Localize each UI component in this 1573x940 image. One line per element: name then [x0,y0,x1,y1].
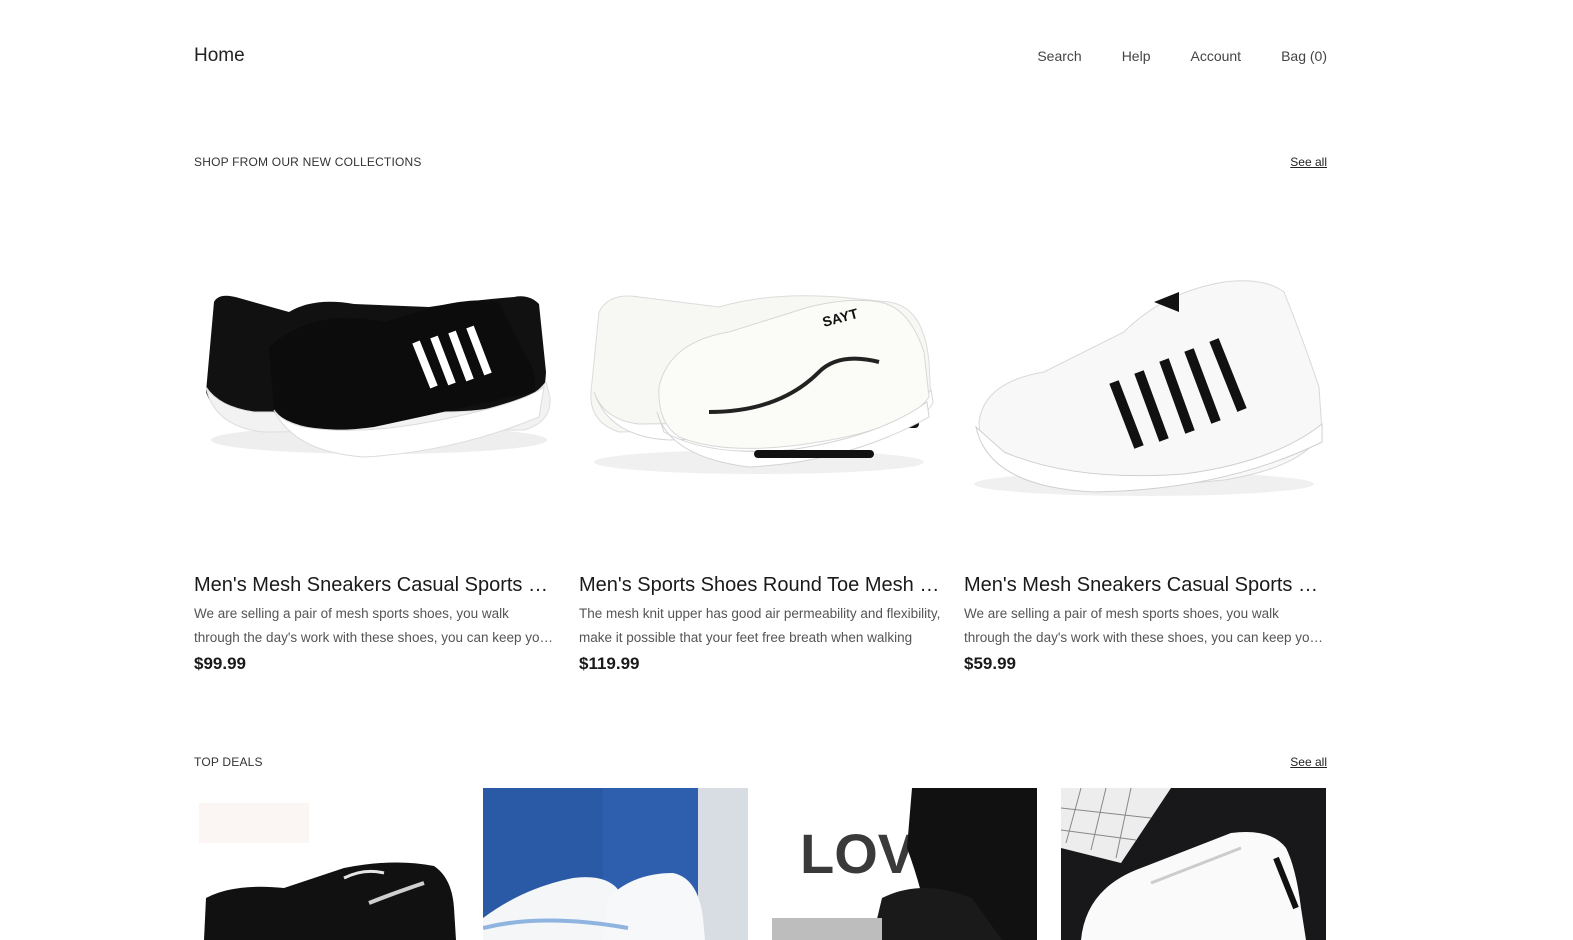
black-sneaker-deal-image[interactable] [194,788,459,940]
collections-see-all-link[interactable]: See all [1290,155,1327,169]
collections-header: SHOP FROM OUR NEW COLLECTIONS See all [194,155,1327,171]
store-page: Home Search Help Account Bag (0) SHOP FR… [0,0,1573,940]
product-card[interactable]: SAYT Men's Sports Shoes Round Toe Mesh S… [579,212,942,674]
black-sneaker-love-poster-image[interactable]: LOVE [772,788,1037,940]
nav-account[interactable]: Account [1190,46,1241,66]
top-deals-header: TOP DEALS See all [194,755,1327,771]
product-title[interactable]: Men's Sports Shoes Round Toe Mesh Sneake… [579,572,942,598]
nav-help[interactable]: Help [1122,46,1151,66]
collections-grid: Men's Mesh Sneakers Casual Sports Shoes … [194,212,1344,674]
product-description: We are selling a pair of mesh sports sho… [194,606,552,645]
product-description: The mesh knit upper has good air permeab… [579,606,941,645]
product-price: $99.99 [194,654,246,673]
nav-bag[interactable]: Bag (0) [1281,46,1327,66]
product-title[interactable]: Men's Mesh Sneakers Casual Sports Shoes [964,572,1327,598]
white-leather-sneaker-image[interactable] [1061,788,1326,940]
product-price: $59.99 [964,654,1016,673]
home-link[interactable]: Home [194,44,245,68]
white-sneaker-image[interactable]: SAYT [579,212,942,552]
top-deals-see-all-link[interactable]: See all [1290,755,1327,769]
product-card[interactable]: Men's Mesh Sneakers Casual Sports Shoes … [964,212,1327,674]
white-sneakers-blue-background-image[interactable] [483,788,748,940]
top-deals-grid: LOVE [194,788,1326,940]
product-card[interactable]: Men's Mesh Sneakers Casual Sports Shoes … [194,212,557,674]
product-title[interactable]: Men's Mesh Sneakers Casual Sports Shoes [194,572,557,598]
product-price: $119.99 [579,654,640,673]
site-header: Home Search Help Account Bag (0) [194,44,1327,70]
nav-search[interactable]: Search [1037,46,1081,66]
white-striped-sneaker-image[interactable] [964,212,1327,552]
top-nav: Search Help Account Bag (0) [997,46,1327,66]
product-description: We are selling a pair of mesh sports sho… [964,606,1322,645]
collections-title: SHOP FROM OUR NEW COLLECTIONS [194,155,422,169]
top-deals-title: TOP DEALS [194,755,263,769]
black-sneaker-image[interactable] [194,212,557,552]
